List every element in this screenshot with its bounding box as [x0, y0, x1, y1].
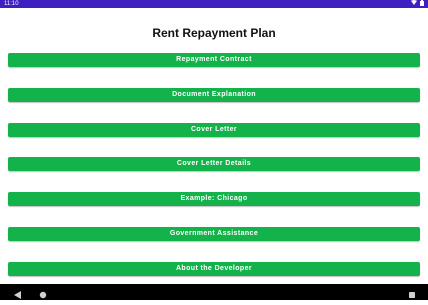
- document-explanation-button[interactable]: Document Explanation: [8, 88, 420, 102]
- navigation-bar: [0, 284, 428, 300]
- about-developer-button[interactable]: About the Developer: [8, 262, 420, 276]
- back-icon[interactable]: [13, 287, 22, 305]
- cover-letter-button[interactable]: Cover Letter: [8, 123, 420, 137]
- status-icons: [411, 0, 424, 8]
- example-chicago-button[interactable]: Example: Chicago: [8, 192, 420, 206]
- page-title: Rent Repayment Plan: [152, 26, 276, 40]
- recents-icon[interactable]: [408, 287, 416, 305]
- wifi-icon: [411, 0, 417, 8]
- status-time: 11:10: [4, 1, 19, 7]
- repayment-contract-button[interactable]: Repayment Contract: [8, 53, 420, 67]
- government-assistance-button[interactable]: Government Assistance: [8, 227, 420, 241]
- status-bar: 11:10: [0, 0, 428, 8]
- home-icon[interactable]: [39, 287, 47, 305]
- main-content: Rent Repayment Plan Repayment Contract D…: [0, 8, 428, 284]
- cover-letter-details-button[interactable]: Cover Letter Details: [8, 157, 420, 171]
